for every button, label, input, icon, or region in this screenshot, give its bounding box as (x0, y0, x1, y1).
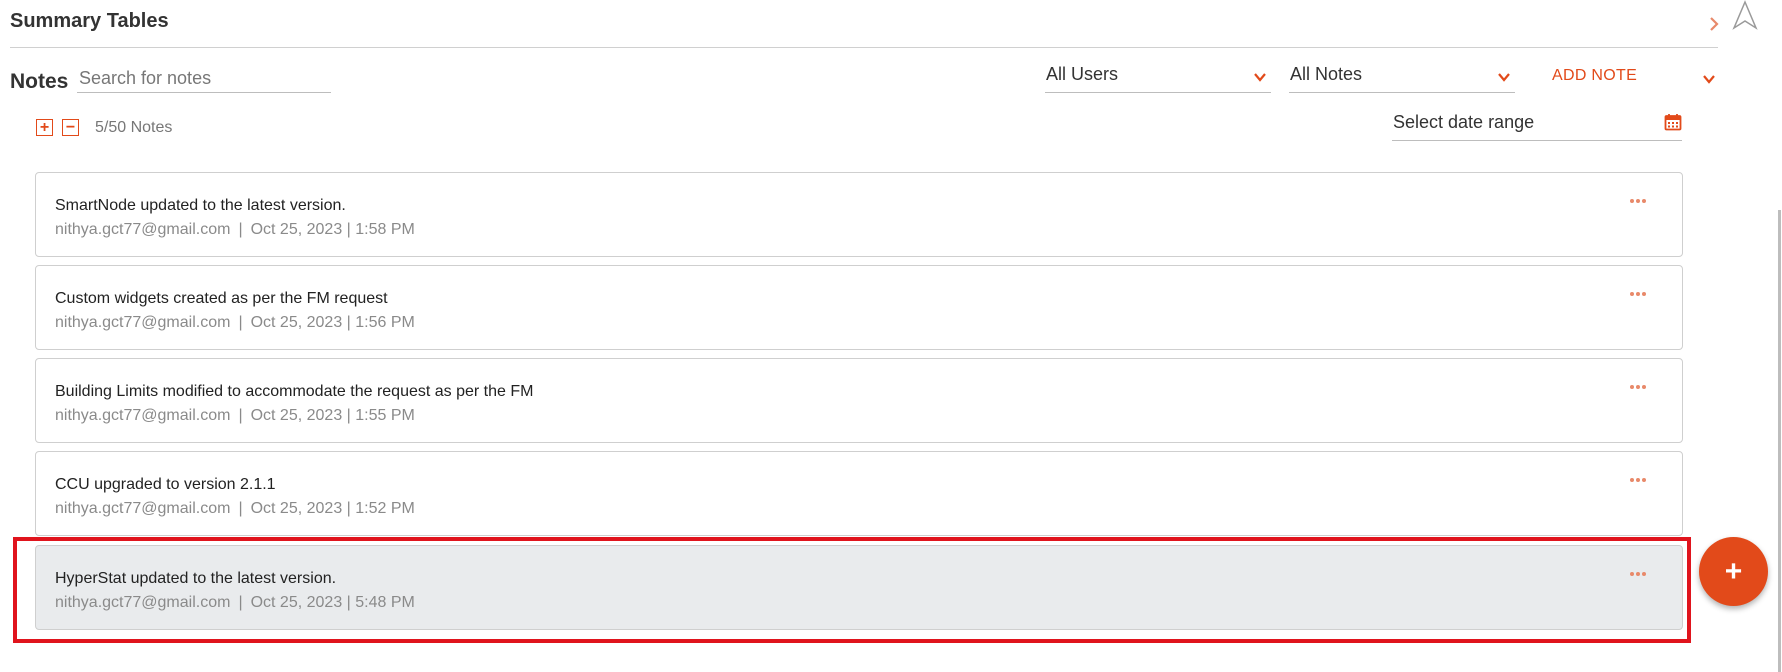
note-title: SmartNode updated to the latest version. (55, 197, 346, 214)
more-options-icon[interactable] (1630, 385, 1646, 389)
notes-filter-label: All Notes (1290, 64, 1363, 84)
note-card[interactable]: Building Limits modified to accommodate … (35, 358, 1683, 443)
meta-separator: | (238, 500, 243, 517)
meta-separator: | (238, 221, 243, 238)
header-divider (10, 47, 1718, 48)
notes-label: Notes (10, 70, 69, 93)
calendar-icon (1664, 114, 1682, 131)
floating-add-button[interactable]: + (1699, 537, 1768, 606)
chevron-down-icon (1498, 73, 1510, 82)
note-author: nithya.gct77@gmail.com (55, 221, 231, 238)
note-meta: nithya.gct77@gmail.com | Oct 25, 2023 | 1:… (55, 314, 415, 332)
navigation-arrow-icon[interactable] (1730, 0, 1760, 30)
chevron-right-icon[interactable] (1704, 14, 1724, 34)
search-input[interactable] (77, 64, 331, 93)
scrollbar[interactable] (1778, 210, 1781, 672)
note-author: nithya.gct77@gmail.com (55, 407, 231, 424)
notes-count: 5/50 Notes (95, 119, 173, 136)
note-timestamp: Oct 25, 2023 | 1:56 PM (250, 314, 415, 331)
note-title: CCU upgraded to version 2.1.1 (55, 476, 276, 493)
more-options-icon[interactable] (1630, 478, 1646, 482)
note-meta: nithya.gct77@gmail.com | Oct 25, 2023 | 1:… (55, 221, 415, 239)
selection-highlight (13, 537, 1691, 643)
add-note-button[interactable]: ADD NOTE (1552, 67, 1637, 85)
note-timestamp: Oct 25, 2023 | 1:58 PM (250, 221, 415, 238)
more-options-icon[interactable] (1630, 199, 1646, 203)
users-filter-label: All Users (1046, 64, 1119, 84)
date-range-label: Select date range (1393, 112, 1535, 132)
page-title: Summary Tables (10, 10, 169, 32)
note-meta: nithya.gct77@gmail.com | Oct 25, 2023 | 1:… (55, 407, 415, 425)
note-timestamp: Oct 25, 2023 | 1:55 PM (250, 407, 415, 424)
note-card[interactable]: Custom widgets created as per the FM req… (35, 265, 1683, 350)
note-author: nithya.gct77@gmail.com (55, 314, 231, 331)
meta-separator: | (238, 314, 243, 331)
note-meta: nithya.gct77@gmail.com | Oct 25, 2023 | 1:… (55, 500, 415, 518)
note-card[interactable]: SmartNode updated to the latest version.… (35, 172, 1683, 257)
meta-separator: | (238, 407, 243, 424)
note-title: Building Limits modified to accommodate … (55, 383, 534, 400)
note-card[interactable]: CCU upgraded to version 2.1.1 nithya.gct… (35, 451, 1683, 536)
date-range-picker[interactable]: Select date range (1392, 110, 1682, 141)
more-options-icon[interactable] (1630, 292, 1646, 296)
notes-filter-dropdown[interactable]: All Notes (1289, 62, 1515, 93)
collapse-all-button[interactable]: − (62, 119, 79, 136)
note-timestamp: Oct 25, 2023 | 1:52 PM (250, 500, 415, 517)
chevron-down-icon (1254, 73, 1266, 82)
note-author: nithya.gct77@gmail.com (55, 500, 231, 517)
note-title: Custom widgets created as per the FM req… (55, 290, 388, 307)
users-filter-dropdown[interactable]: All Users (1045, 62, 1271, 93)
chevron-down-icon[interactable] (1702, 72, 1716, 86)
expand-all-button[interactable]: + (36, 119, 53, 136)
